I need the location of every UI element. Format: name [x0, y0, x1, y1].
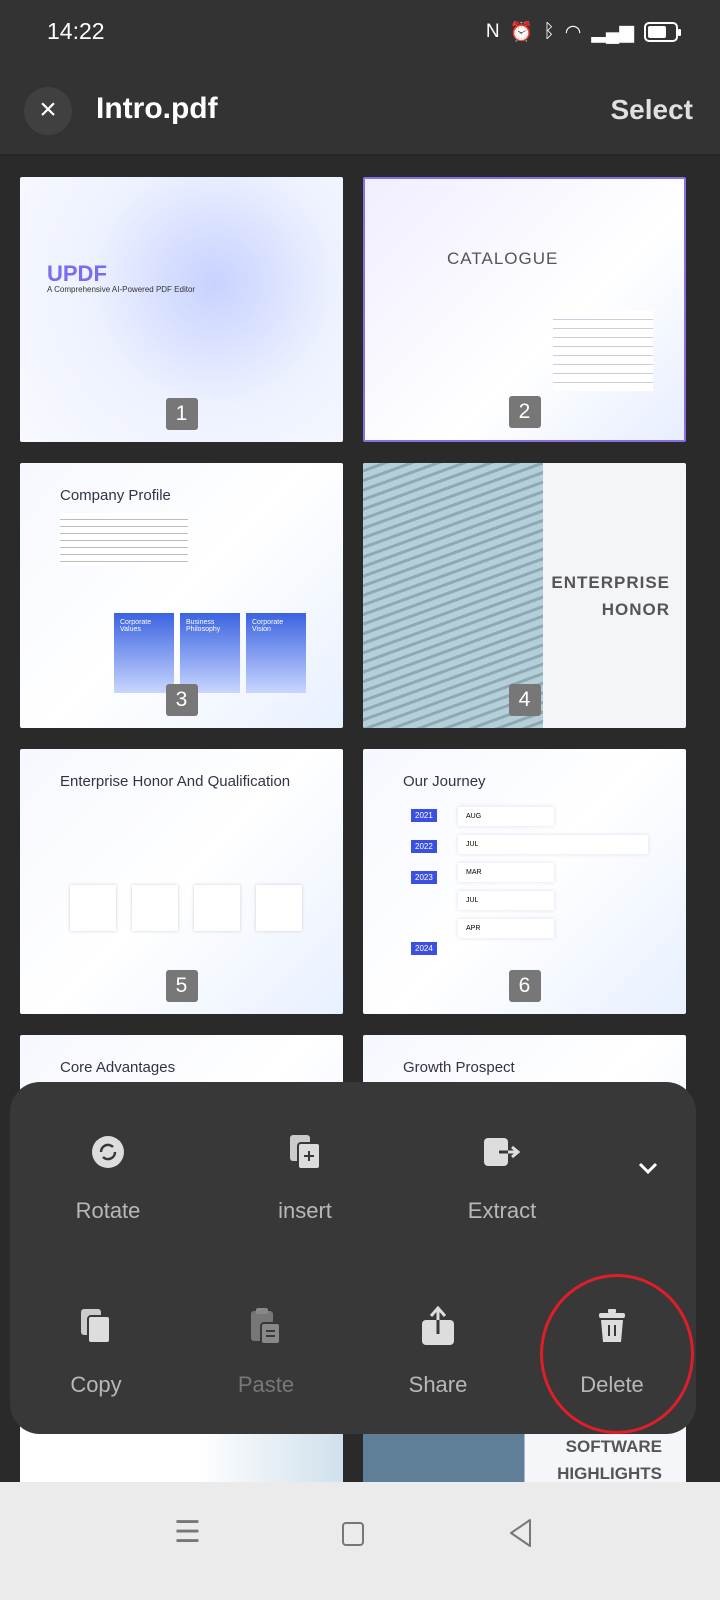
page-number: 2	[508, 396, 541, 428]
recent-apps-button[interactable]: ☰	[174, 1518, 201, 1548]
year-label: 2022	[411, 840, 437, 853]
back-icon	[510, 1519, 531, 1547]
slide-title: ENTERPRISE HONOR	[551, 573, 670, 619]
status-bar: 14:22 N ⏰ ᛒ ◠ ▂▄▆	[0, 0, 720, 70]
slide-title: CATALOGUE	[447, 249, 559, 268]
page-thumbnail[interactable]: UPDF A Comprehensive AI-Powered PDF Edit…	[20, 177, 343, 442]
month-label: JUL	[458, 835, 648, 854]
page-thumbnail[interactable]: ENTERPRISE HONOR 4	[363, 463, 686, 728]
action-label: Share	[408, 1372, 468, 1397]
month-label: AUG	[458, 807, 554, 826]
slide-title: Company Profile	[60, 487, 171, 504]
signal-icon: ▂▄▆	[591, 21, 634, 43]
slide-card: Corporate Vision	[246, 613, 306, 693]
clock: 14:22	[47, 18, 105, 44]
document-title: Intro.pdf	[96, 92, 218, 125]
wifi-icon: ◠	[564, 21, 582, 43]
slide-card: Business Philosophy	[180, 613, 240, 693]
close-button[interactable]: ×	[24, 87, 72, 135]
copy-button[interactable]: Copy	[16, 1304, 176, 1398]
extract-icon	[484, 1138, 521, 1166]
nfc-icon: N	[485, 21, 500, 42]
slide-card: Corporate Values	[114, 613, 174, 693]
slide-body	[60, 513, 188, 565]
page-number: 4	[508, 684, 541, 716]
action-label: insert	[278, 1198, 332, 1223]
page-number: 5	[165, 970, 198, 1002]
slide-title: UPDF	[47, 261, 107, 286]
home-button[interactable]	[342, 1522, 364, 1546]
slide-subtitle: A Comprehensive AI-Powered PDF Editor	[47, 285, 196, 294]
system-nav-bar: ☰	[0, 1482, 720, 1600]
back-button[interactable]	[508, 1518, 534, 1553]
action-label: Rotate	[75, 1198, 141, 1223]
timeline-months: AUG JUL MAR JUL APR	[458, 807, 648, 938]
insert-page-icon	[290, 1135, 321, 1170]
year-label: 2024	[411, 942, 437, 955]
paste-icon	[251, 1308, 281, 1345]
copy-icon	[81, 1309, 111, 1344]
badge-row	[70, 885, 302, 931]
month-label: JUL	[458, 891, 554, 910]
slide-title: Core Advantages	[60, 1059, 176, 1076]
page-number: 1	[165, 398, 198, 430]
battery-icon	[644, 22, 681, 42]
page-thumbnail[interactable]: Enterprise Honor And Qualification 5	[20, 749, 343, 1014]
close-icon: ×	[39, 93, 57, 126]
rotate-icon	[92, 1136, 124, 1168]
app-header: × Intro.pdf Select	[0, 70, 720, 156]
page-thumbnail-selected[interactable]: CATALOGUE 2	[363, 177, 686, 442]
timeline-years: 2021 2022 2023 2024	[411, 809, 437, 955]
month-label: APR	[458, 919, 554, 938]
page-number: 6	[508, 970, 541, 1002]
slide-title: SOFTWARE HIGHLIGHTS	[557, 1437, 662, 1483]
rotate-button[interactable]: Rotate	[28, 1130, 188, 1224]
slide-title: Our Journey	[403, 773, 486, 790]
slide-title: Growth Prospect	[403, 1059, 515, 1076]
alarm-icon: ⏰	[509, 22, 534, 43]
page-number: 3	[165, 684, 198, 716]
extract-button[interactable]: Extract	[422, 1130, 582, 1224]
action-label: Paste	[237, 1372, 295, 1397]
page-thumbnail[interactable]: Our Journey 2021 2022 2023 2024 AUG JUL …	[363, 749, 686, 1014]
year-label: 2021	[411, 809, 437, 822]
collapse-button[interactable]	[638, 1154, 658, 1180]
highlight-annotation-circle	[540, 1274, 694, 1434]
year-label: 2023	[411, 871, 437, 884]
bluetooth-icon: ᛒ	[543, 21, 555, 42]
paste-button[interactable]: Paste	[186, 1304, 346, 1398]
chevron-down-icon	[638, 1162, 658, 1175]
select-button[interactable]: Select	[611, 94, 694, 126]
share-button[interactable]: Share	[358, 1304, 518, 1398]
insert-button[interactable]: insert	[225, 1130, 385, 1224]
action-label: Extract	[467, 1198, 537, 1223]
share-icon	[422, 1306, 454, 1345]
page-thumbnail[interactable]: Company Profile Corporate Values Busines…	[20, 463, 343, 728]
slide-title: Enterprise Honor And Qualification	[60, 773, 291, 790]
catalogue-list	[553, 311, 653, 391]
action-label: Copy	[70, 1372, 122, 1397]
month-label: MAR	[458, 863, 554, 882]
